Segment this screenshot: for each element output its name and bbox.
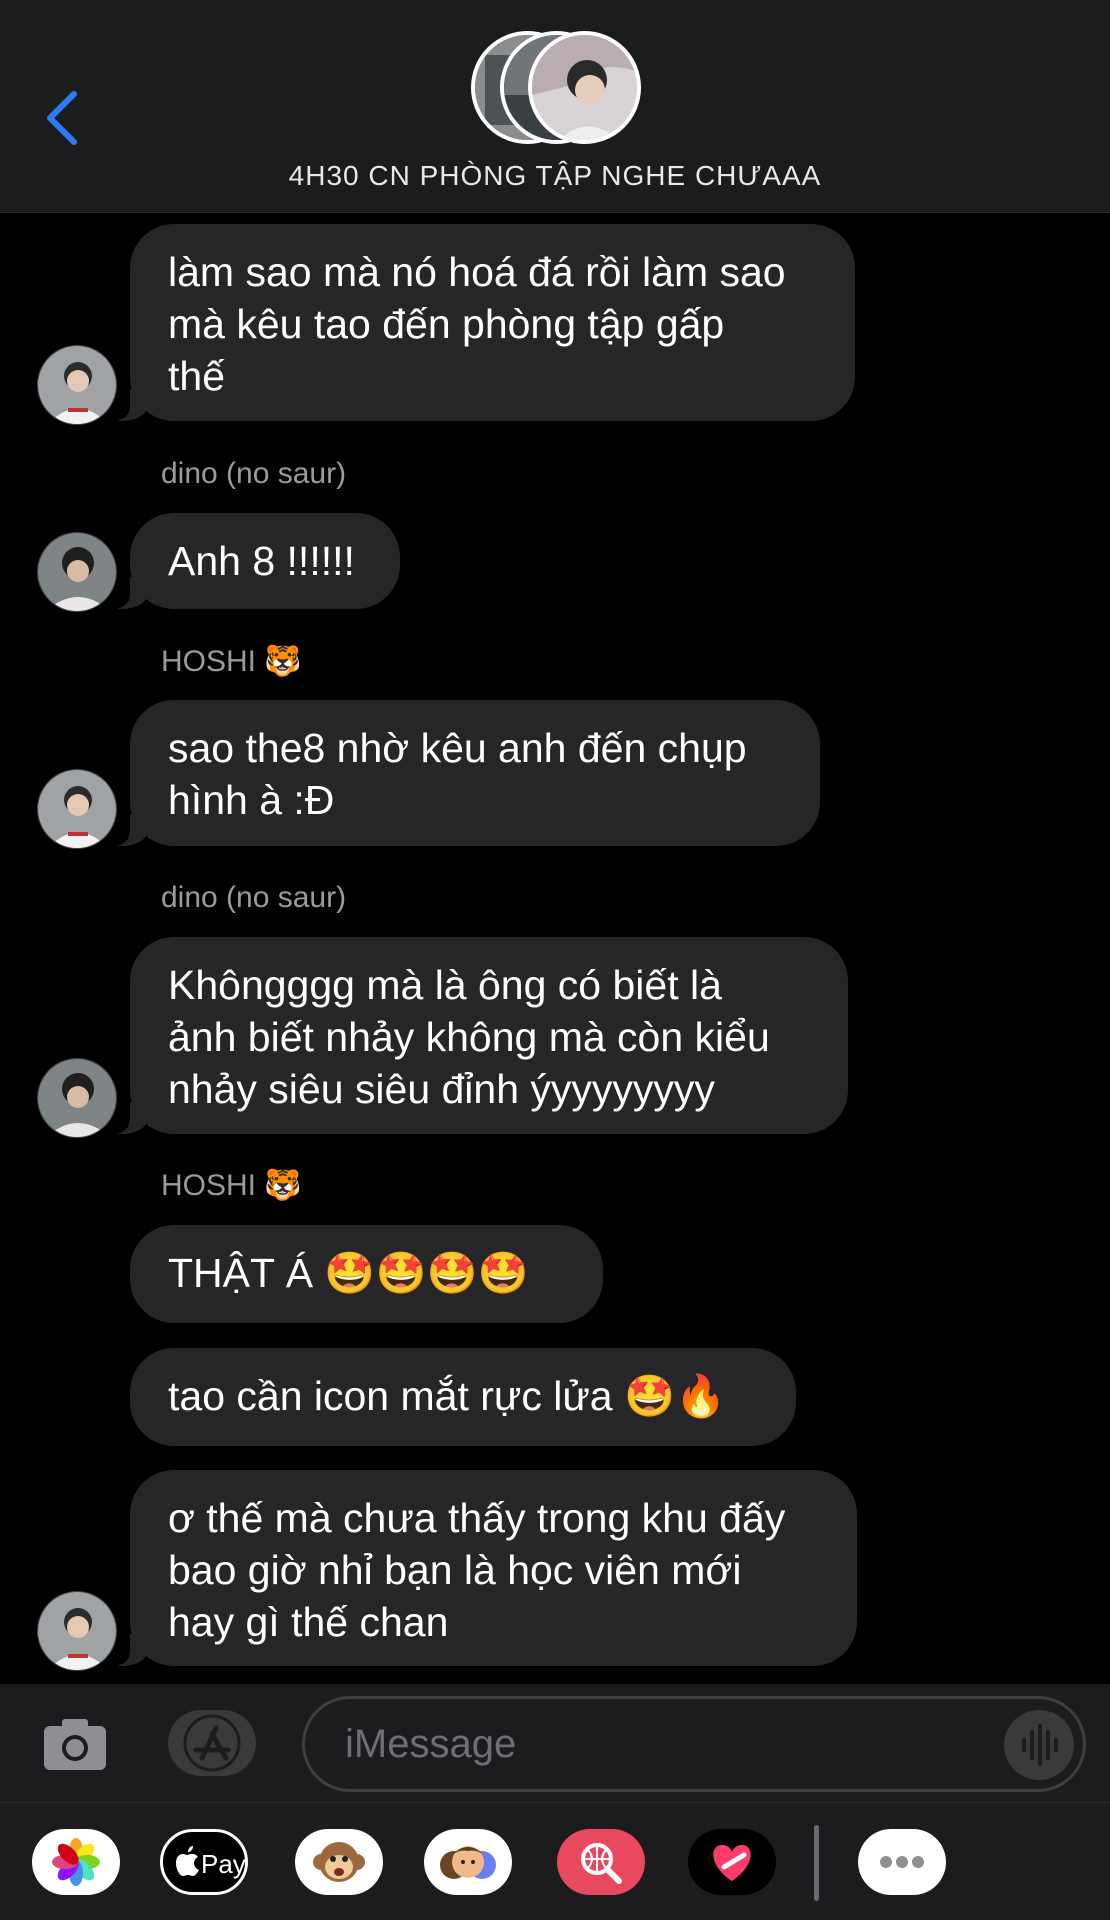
message-input[interactable]: [302, 1696, 1086, 1792]
message-line: ơ thế mà chưa thấy trong khu đấy: [168, 1495, 786, 1541]
photos-app-icon[interactable]: [32, 1829, 120, 1895]
digital-touch-icon[interactable]: [688, 1829, 776, 1895]
avatar[interactable]: [37, 769, 117, 849]
message-line: làm sao mà nó hoá đá rồi làm sao: [168, 249, 786, 295]
message-line: Khôngggg mà là ông có biết là: [168, 962, 722, 1008]
message-bubble[interactable]: Khôngggg mà là ông có biết là ảnh biết n…: [108, 937, 848, 1134]
message-line: hình à :Đ: [168, 777, 335, 823]
avatar[interactable]: [37, 345, 117, 425]
message-line: thế: [168, 353, 225, 399]
member-avatar-3: [528, 31, 641, 144]
message-bubble[interactable]: THẬT Á 🤩🤩🤩🤩: [130, 1225, 603, 1323]
more-apps-icon[interactable]: [858, 1829, 946, 1895]
sender-name: HOSHI 🐯: [161, 1169, 302, 1202]
sender-name: HOSHI 🐯: [161, 645, 302, 678]
avatar[interactable]: [37, 532, 117, 612]
group-avatar[interactable]: [471, 31, 641, 144]
message-list[interactable]: làm sao mà nó hoá đá rồi làm sao mà kêu …: [0, 214, 1110, 1684]
message-line: tao cần icon mắt rực lửa 🤩🔥: [168, 1373, 727, 1419]
message-bubble[interactable]: làm sao mà nó hoá đá rồi làm sao mà kêu …: [108, 224, 855, 421]
images-search-icon[interactable]: [557, 1829, 645, 1895]
memoji-icon[interactable]: [424, 1829, 512, 1895]
conversation-title[interactable]: 4H30 CN PHÒNG TẬP NGHE CHƯAAA: [0, 160, 1110, 192]
message-bubble[interactable]: sao the8 nhờ kêu anh đến chụp hình à :Đ: [108, 700, 820, 846]
audio-waveform-icon[interactable]: [1004, 1710, 1074, 1780]
message-bubble[interactable]: Anh 8 !!!!!!: [108, 513, 400, 609]
message-line: ảnh biết nhảy không mà còn kiểu: [168, 1014, 770, 1060]
app-drawer: Pay: [0, 1802, 1110, 1920]
message-bubble[interactable]: tao cần icon mắt rực lửa 🤩🔥: [130, 1348, 796, 1446]
app-store-icon[interactable]: [168, 1710, 256, 1776]
drawer-divider: [814, 1825, 819, 1901]
message-bubble[interactable]: ơ thế mà chưa thấy trong khu đấy bao giờ…: [108, 1470, 857, 1666]
compose-bar: [0, 1684, 1110, 1802]
message-line: sao the8 nhờ kêu anh đến chụp: [168, 725, 747, 771]
avatar[interactable]: [37, 1591, 117, 1671]
message-line: nhảy siêu siêu đỉnh ýyyyyyyyy: [168, 1066, 715, 1112]
message-line: Anh 8 !!!!!!: [168, 538, 355, 584]
conversation-header: 4H30 CN PHÒNG TẬP NGHE CHƯAAA: [0, 0, 1110, 213]
message-line: hay gì thế chan: [168, 1599, 449, 1645]
camera-icon[interactable]: [40, 1714, 110, 1774]
monkey-animoji-icon[interactable]: [295, 1829, 383, 1895]
message-line: bao giờ nhỉ bạn là học viên mới: [168, 1547, 742, 1593]
apple-pay-label: Pay: [201, 1849, 245, 1879]
sender-name: dino (no saur): [161, 457, 347, 490]
avatar[interactable]: [37, 1058, 117, 1138]
apple-pay-icon[interactable]: Pay: [160, 1829, 248, 1895]
message-line: THẬT Á 🤩🤩🤩🤩: [168, 1250, 529, 1296]
message-line: mà kêu tao đến phòng tập gấp: [168, 301, 725, 347]
chevron-left-icon[interactable]: [42, 88, 82, 148]
sender-name: dino (no saur): [161, 881, 347, 914]
